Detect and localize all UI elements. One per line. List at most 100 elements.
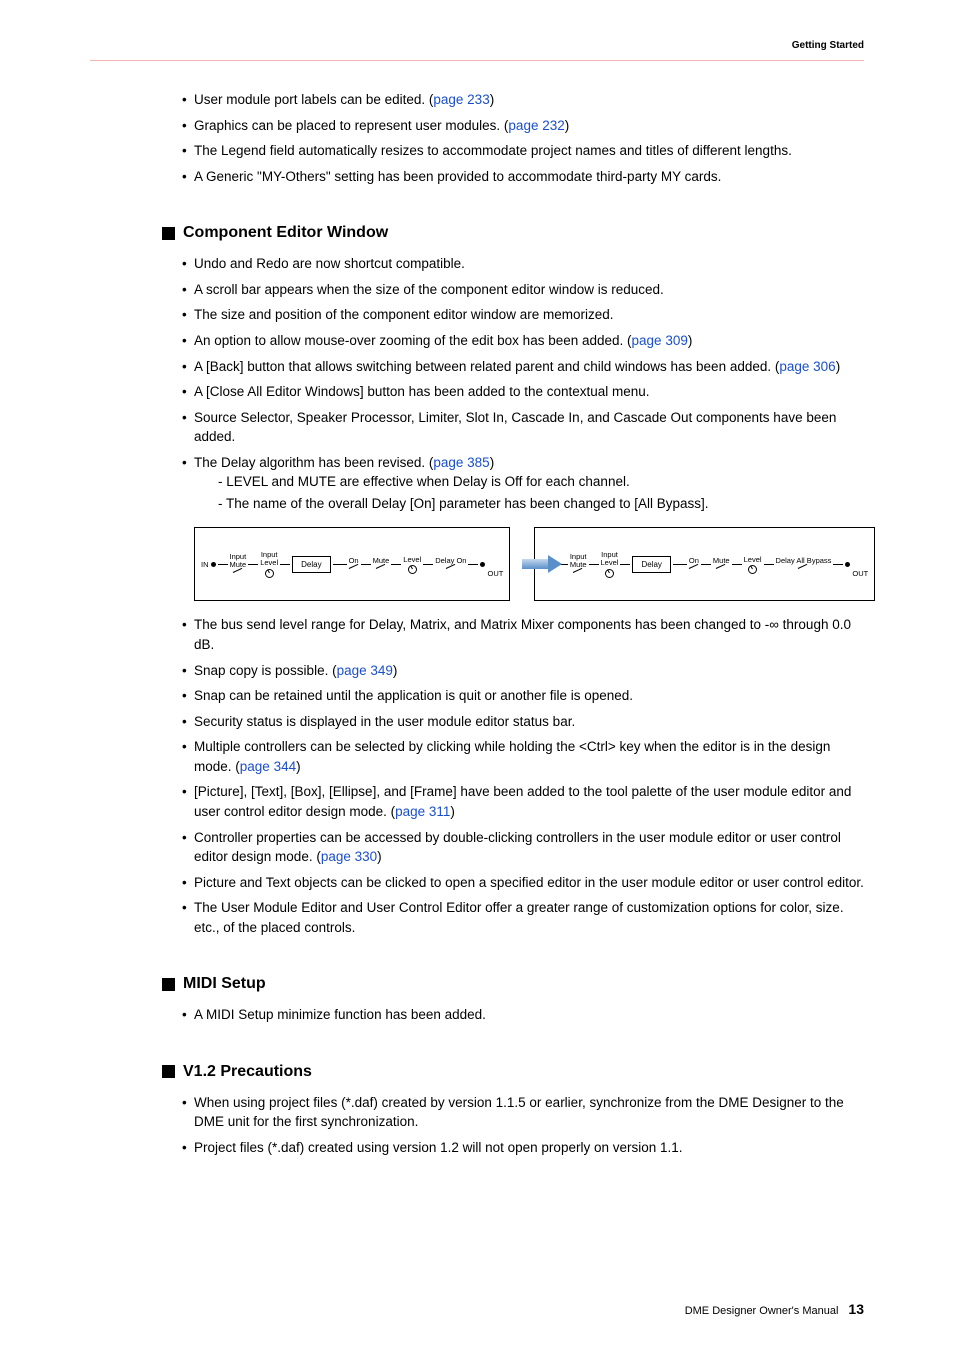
text: ) [836, 359, 841, 374]
list-item: Snap can be retained until the applicati… [182, 686, 864, 706]
list-item: Graphics can be placed to represent user… [182, 116, 864, 136]
sub-item: - LEVEL and MUTE are effective when Dela… [218, 472, 864, 492]
text: User module port labels can be edited. ( [194, 92, 433, 107]
text: Snap copy is possible. ( [194, 663, 337, 678]
label: Mute [373, 556, 390, 565]
page-footer: DME Designer Owner's Manual 13 [685, 1301, 864, 1317]
list-item: User module port labels can be edited. (… [182, 90, 864, 110]
text: ) [377, 849, 382, 864]
header-rule [90, 60, 864, 61]
list-item: A Generic "MY-Others" setting has been p… [182, 167, 864, 187]
text: ) [296, 759, 301, 774]
list-item: Multiple controllers can be selected by … [182, 737, 864, 776]
out-label: OUT [487, 569, 503, 578]
page-link[interactable]: page 330 [321, 849, 377, 864]
dial-icon [408, 565, 417, 574]
switch-icon [718, 566, 724, 572]
delay-box: Delay [292, 556, 330, 573]
text: [Picture], [Text], [Box], [Ellipse], and… [194, 784, 851, 819]
in-label: IN [201, 560, 209, 569]
switch-icon [800, 566, 806, 572]
delay-box: Delay [632, 556, 670, 573]
text: A [Back] button that allows switching be… [194, 359, 779, 374]
text: An option to allow mouse-over zooming of… [194, 333, 632, 348]
list-item: When using project files (*.daf) created… [182, 1093, 864, 1132]
page-link[interactable]: page 233 [433, 92, 489, 107]
precautions-bullet-list: When using project files (*.daf) created… [182, 1093, 864, 1158]
list-item: The User Module Editor and User Control … [182, 898, 864, 937]
list-item: The size and position of the component e… [182, 305, 864, 325]
dial-icon [605, 569, 614, 578]
switch-icon [448, 566, 454, 572]
list-item: [Picture], [Text], [Box], [Ellipse], and… [182, 782, 864, 821]
text: ) [688, 333, 693, 348]
label: Level [601, 559, 619, 567]
section-heading-component: Component Editor Window [162, 224, 864, 242]
list-item: Project files (*.daf) created using vers… [182, 1138, 864, 1158]
text: Controller properties can be accessed by… [194, 830, 841, 865]
label: Mute [230, 561, 247, 569]
square-bullet-icon [162, 978, 175, 991]
top-bullet-list: User module port labels can be edited. (… [182, 90, 864, 186]
chapter-header: Getting Started [792, 40, 864, 51]
text: Graphics can be placed to represent user… [194, 118, 508, 133]
section-title: Component Editor Window [183, 224, 388, 242]
text: ) [565, 118, 570, 133]
list-item: Picture and Text objects can be clicked … [182, 873, 864, 893]
label: Level [260, 559, 278, 567]
list-item: Controller properties can be accessed by… [182, 828, 864, 867]
section-heading-midi: MIDI Setup [162, 975, 864, 993]
switch-icon [378, 566, 384, 572]
text: ) [450, 804, 455, 819]
text: The Delay algorithm has been revised. ( [194, 455, 433, 470]
page-link[interactable]: page 309 [632, 333, 688, 348]
list-item: Security status is displayed in the user… [182, 712, 864, 732]
list-item: A scroll bar appears when the size of th… [182, 280, 864, 300]
dial-icon [265, 569, 274, 578]
sub-item: - The name of the overall Delay [On] par… [218, 494, 864, 514]
manual-title: DME Designer Owner's Manual [685, 1305, 839, 1317]
list-item: The Delay algorithm has been revised. (p… [182, 453, 864, 514]
diagram-block-before: IN InputMute InputLevel Delay On Mute Le… [194, 527, 510, 601]
section-heading-precautions: V1.2 Precautions [162, 1063, 864, 1081]
list-item: Undo and Redo are now shortcut compatibl… [182, 254, 864, 274]
switch-icon [691, 566, 697, 572]
list-item: Source Selector, Speaker Processor, Limi… [182, 408, 864, 447]
component-bullet-list-2: The bus send level range for Delay, Matr… [182, 615, 864, 937]
text: ) [490, 455, 495, 470]
list-item: A [Close All Editor Windows] button has … [182, 382, 864, 402]
label: Delay On [435, 556, 466, 565]
component-bullet-list-1: Undo and Redo are now shortcut compatibl… [182, 254, 864, 513]
page-number: 13 [848, 1301, 864, 1317]
list-item: A [Back] button that allows switching be… [182, 357, 864, 377]
dial-icon [748, 565, 757, 574]
section-title: MIDI Setup [183, 975, 266, 993]
page-link[interactable]: page 349 [337, 663, 393, 678]
switch-icon [351, 566, 357, 572]
label: Level [744, 555, 762, 564]
list-item: Snap copy is possible. (page 349) [182, 661, 864, 681]
list-item: The Legend field automatically resizes t… [182, 141, 864, 161]
section-title: V1.2 Precautions [183, 1063, 312, 1081]
page-link[interactable]: page 306 [779, 359, 835, 374]
square-bullet-icon [162, 1065, 175, 1078]
port-dot-icon [845, 562, 850, 567]
text: ) [393, 663, 398, 678]
page-link[interactable]: page 311 [395, 804, 450, 819]
page-link[interactable]: page 385 [433, 455, 489, 470]
list-item: A MIDI Setup minimize function has been … [182, 1005, 864, 1025]
diagram-block-after: IN InputMute InputLevel Delay On Mute Le… [534, 527, 875, 601]
text: ) [490, 92, 495, 107]
list-item: An option to allow mouse-over zooming of… [182, 331, 864, 351]
page-link[interactable]: page 232 [508, 118, 564, 133]
port-dot-icon [480, 562, 485, 567]
switch-icon [575, 570, 581, 576]
port-dot-icon [211, 562, 216, 567]
midi-bullet-list: A MIDI Setup minimize function has been … [182, 1005, 864, 1025]
switch-icon [235, 570, 241, 576]
out-label: OUT [852, 569, 868, 578]
label: Level [403, 555, 421, 564]
label: Mute [570, 561, 587, 569]
page-link[interactable]: page 344 [240, 759, 296, 774]
square-bullet-icon [162, 227, 175, 240]
